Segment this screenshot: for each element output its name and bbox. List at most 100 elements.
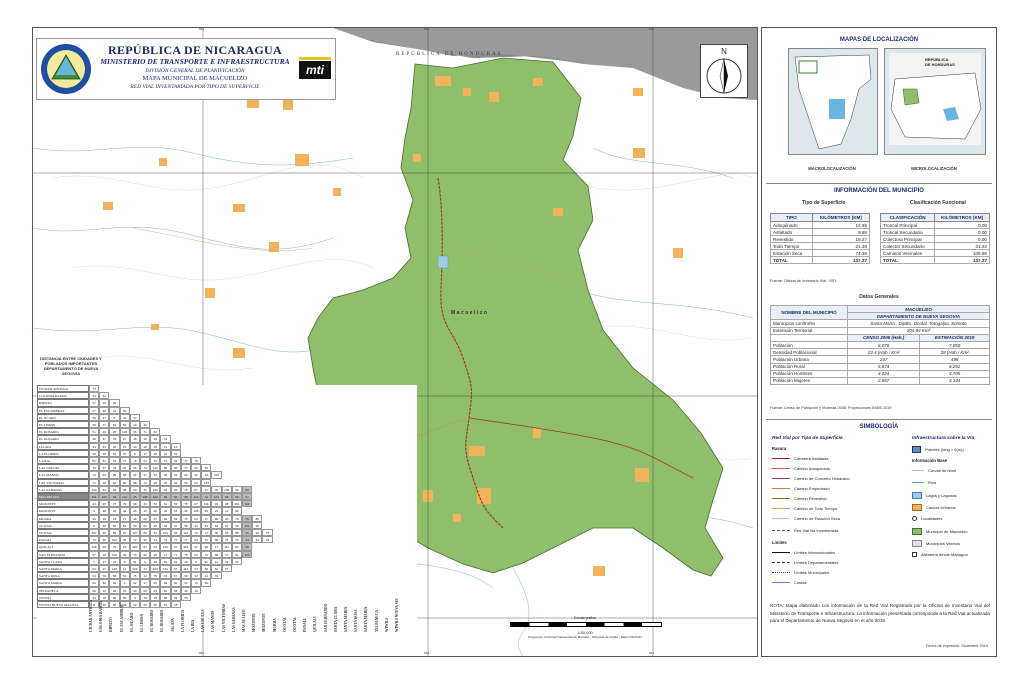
distance-value: 106	[140, 493, 151, 501]
population-row: Población Urbana 247 498	[770, 355, 990, 364]
distance-row: EL ROSARIO 51 49 28 104 65 71 52	[37, 428, 417, 436]
distance-value: 115	[180, 543, 191, 551]
macro-location-inset[interactable]	[788, 48, 878, 155]
distance-value: 101	[119, 493, 130, 501]
distance-value: 43	[140, 500, 151, 508]
road-type-label: Camino de Concreto Hidráulico	[794, 476, 850, 481]
distance-value: 32	[109, 507, 120, 515]
distance-row: DIPILTO 37 16 32	[37, 399, 417, 407]
distance-value: 69	[221, 557, 232, 565]
distance-value: 16	[119, 442, 130, 450]
datos-header-right-1: MACUELIZO	[847, 304, 990, 314]
distance-value: 52	[119, 572, 130, 580]
limits-title: Límites	[772, 540, 787, 545]
distance-place: EL ROSARIO	[37, 428, 89, 436]
distance-value: 72	[201, 536, 212, 544]
distance-row: SANTA MARIA 50 52 66 2 62 17 50 69 30 53 16 59	[37, 579, 417, 587]
distance-value: 34	[201, 521, 212, 529]
distance-value: 21	[242, 529, 253, 537]
distance-value: 44	[160, 521, 171, 529]
coord-bottom-2: 560	[424, 651, 430, 655]
extension-label: Extensión Territorial	[770, 326, 848, 335]
distance-value: 64	[180, 471, 191, 479]
distance-value: 44	[201, 572, 212, 580]
distance-place: OCOTAL	[37, 521, 89, 529]
no-inventariada-label: Red Vial No Inventariada	[794, 528, 839, 533]
distance-value: 37	[150, 471, 161, 479]
distance-value: 29	[99, 550, 110, 558]
surface-row: Asfaltado 9.69	[770, 228, 871, 236]
distance-value: 71	[140, 428, 151, 436]
distance-value: 102	[109, 550, 120, 558]
distance-value: 16	[191, 579, 202, 587]
distance-column-label: SANTA ROSA	[354, 609, 359, 632]
micro-location-inset[interactable]: REPÚBLICA DE HONDURAS	[884, 48, 986, 155]
distance-value: 70	[99, 572, 110, 580]
distance-row: LA RIA 86 51 63 74 75 54 16 74 66 77 76	[37, 457, 417, 465]
distance-place: SANTA MARIA	[37, 565, 89, 573]
distance-value: 27	[89, 406, 100, 414]
distance-value: 63	[191, 514, 202, 522]
base-item-label: Municipio de Macuelizo	[926, 529, 968, 534]
population-row: Densidad Poblacional 23.4 (Hab / Km² 28 (H…	[770, 348, 990, 357]
distance-column-label: LAS VICTORIAS	[221, 603, 226, 632]
road-swatch	[772, 478, 790, 479]
distance-value: 8	[129, 449, 140, 457]
distance-value: 103	[150, 565, 161, 573]
surface-type: Todo Tiempo	[770, 242, 813, 250]
distance-value: 48	[150, 442, 161, 450]
functional-km: 105.96	[934, 249, 990, 257]
legend-base-item: Ríos	[912, 480, 936, 485]
distance-value: 27	[99, 565, 110, 573]
distance-value: 66	[109, 579, 120, 587]
road-type-label: Camino Empedrado	[794, 486, 830, 491]
distance-value: 62	[109, 521, 120, 529]
distance-value: 15	[140, 507, 151, 515]
population-2019: 498	[919, 355, 990, 364]
distance-place: PANALI	[37, 536, 89, 544]
distance-value: 129	[109, 565, 120, 573]
distance-column-label: WIWILI NUEVA SEGOVIA	[395, 598, 399, 632]
distance-value: 52	[109, 485, 120, 493]
base-swatch	[912, 528, 922, 535]
general-data-title: Datos Generales	[859, 294, 899, 300]
distance-value: 61	[170, 500, 181, 508]
distance-value: 98	[129, 478, 140, 486]
distance-value: 32	[109, 399, 120, 407]
distance-value: 76	[242, 514, 253, 522]
distance-row: PANALI 72 30 102 45 72 90 64 74 77 77 64 72 86 75 15 44 4…	[37, 536, 417, 544]
functional-row: Colector Secundario 31.32	[879, 242, 990, 250]
distance-value: 57	[221, 565, 232, 573]
distance-value: 42	[119, 507, 130, 515]
distance-column-label: EL JICARO	[129, 612, 134, 632]
distance-value: 94	[160, 514, 171, 522]
distance-value: 34	[89, 442, 100, 450]
distance-value: 27	[201, 485, 212, 493]
distance-value: 32	[170, 471, 181, 479]
datos-header-left: NOMBRE DEL MUNICIPIO	[770, 304, 848, 321]
distance-value: 68	[211, 550, 222, 558]
distance-place: MOZONTE	[37, 500, 89, 508]
censo-header-1: CENSO 2005 (Hab.)	[846, 333, 921, 342]
base-swatch	[912, 552, 917, 557]
scale-projection: Proyección Universal Transversal de Merc…	[528, 635, 642, 639]
surface-row: Todo Tiempo 21.30	[770, 242, 871, 250]
legend-base-item: Lagos y Lagunas	[912, 492, 956, 499]
limitrofes-label: Municipios Limítrofes	[770, 319, 848, 328]
distance-value: 61	[160, 500, 171, 508]
distance-value: 35	[211, 485, 222, 493]
distance-value: 90	[191, 464, 202, 472]
distance-value: 81	[150, 529, 161, 537]
censo-header-2: ESTIMACIÓN 2019	[919, 333, 990, 342]
distance-place: MACUELIZO	[37, 493, 89, 501]
legend-base-item: Localidades	[912, 516, 942, 521]
distance-value: 84	[150, 586, 161, 594]
distance-value: 75	[150, 572, 161, 580]
distance-value: 49	[150, 557, 161, 565]
distance-column-label: COLONIA RAMOS	[99, 600, 104, 632]
distance-value: 44	[89, 500, 100, 508]
population-row: Población Mujeres 2,857 3,344	[770, 376, 990, 386]
distance-place: LA RIA	[37, 457, 89, 465]
distance-value: 65	[170, 485, 181, 493]
distance-value: 133	[201, 478, 212, 486]
